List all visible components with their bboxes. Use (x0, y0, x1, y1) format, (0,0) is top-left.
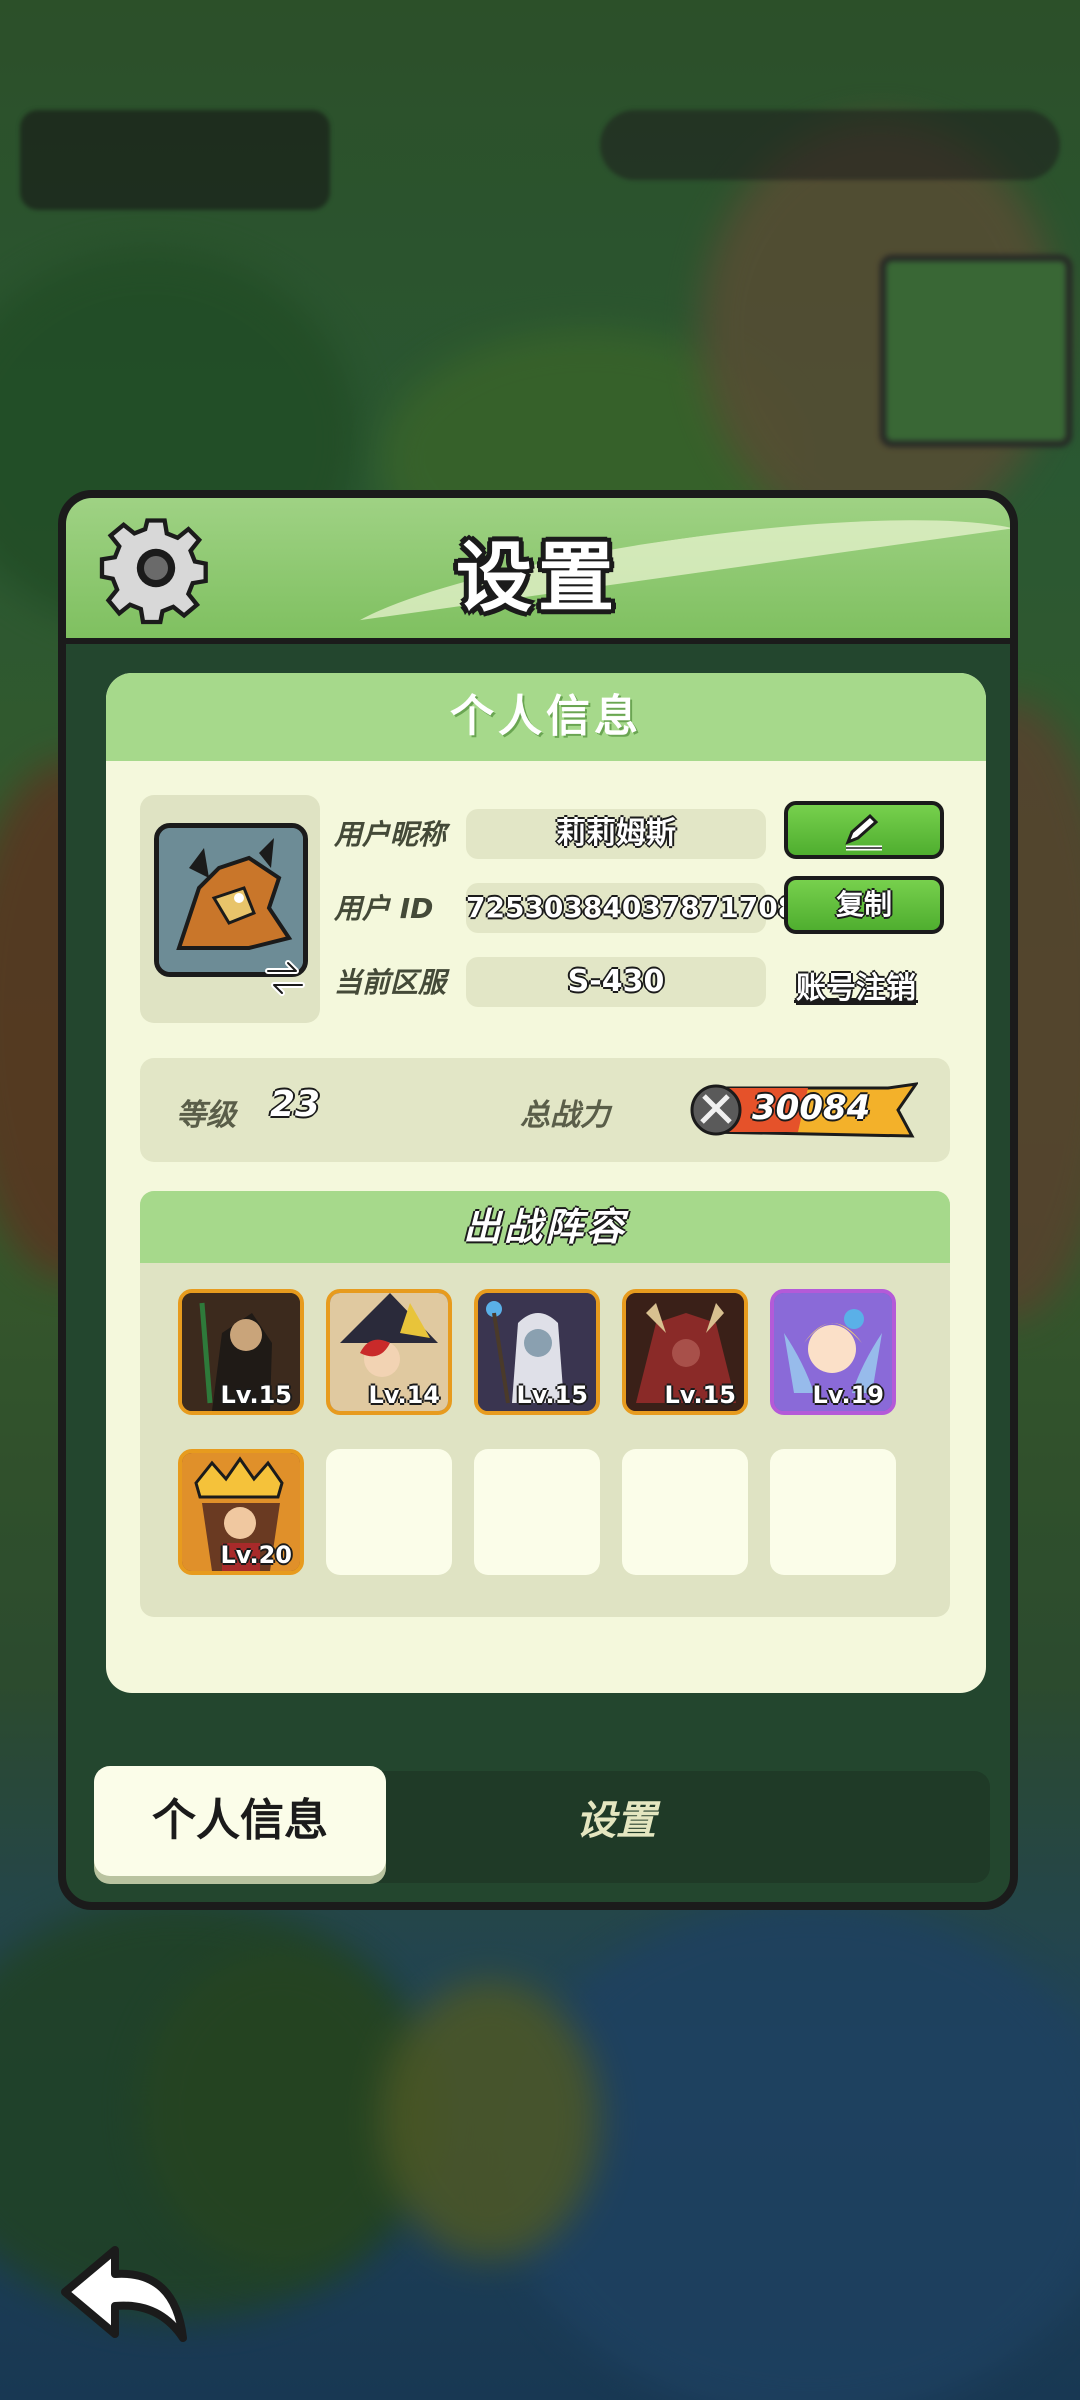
power-value: 30084 (752, 1088, 871, 1128)
nickname-label: 用户昵称 (334, 818, 447, 851)
avatar-box[interactable] (140, 795, 320, 1023)
edit-nickname-button[interactable] (784, 801, 944, 859)
personal-info-card: 个人信息 用户昵称 莉莉姆斯 用户 ID 72530384037871708 复… (106, 673, 986, 1693)
hero-slot[interactable]: Lv.15 (622, 1289, 748, 1415)
stats-bar: 等级 23 总战力 30084 (140, 1058, 950, 1162)
pencil-edit-icon (845, 813, 882, 851)
delete-account-link[interactable]: 账号注销 (796, 963, 916, 1007)
user-id-field: 72530384037871708 (466, 883, 797, 933)
nickname-field: 莉莉姆斯 (466, 809, 766, 859)
level-label: 等级 (176, 1098, 236, 1133)
tab-settings[interactable]: 设置 (466, 1766, 766, 1876)
hero-level: Lv.15 (516, 1381, 589, 1409)
hero-level: Lv.19 (812, 1381, 885, 1409)
server-label: 当前区服 (334, 966, 447, 999)
power-label: 总战力 (520, 1098, 610, 1133)
hero-slot[interactable]: Lv.14 (326, 1289, 452, 1415)
hero-level: Lv.15 (220, 1381, 293, 1409)
avatar-dragon-icon (159, 828, 303, 972)
lineup-title: 出战阵容 (140, 1191, 950, 1263)
hero-slot[interactable]: Lv.15 (178, 1289, 304, 1415)
hero-level: Lv.20 (220, 1541, 293, 1569)
empty-hero-slot[interactable] (770, 1449, 896, 1575)
copy-id-button[interactable]: 复制 (784, 876, 944, 934)
empty-hero-slot[interactable] (326, 1449, 452, 1575)
settings-panel: 设置 个人信息 用户昵称 莉莉姆斯 用户 ID 7253038403787170… (58, 490, 1018, 1910)
server-field: S-430 (466, 957, 766, 1007)
hero-level: Lv.15 (664, 1381, 737, 1409)
info-card-title: 个人信息 (106, 673, 986, 761)
empty-hero-slot[interactable] (622, 1449, 748, 1575)
tab-personal-info[interactable]: 个人信息 (94, 1766, 386, 1876)
empty-hero-slot[interactable] (474, 1449, 600, 1575)
hero-slot[interactable]: Lv.15 (474, 1289, 600, 1415)
user-id-label: 用户 ID (334, 892, 434, 925)
hero-level: Lv.14 (368, 1381, 441, 1409)
level-value: 23 (270, 1084, 321, 1125)
gear-icon (99, 518, 208, 625)
battle-lineup: 出战阵容 Lv.15 Lv.14 Lv.15 Lv.15 Lv.19 Lv.20 (140, 1191, 950, 1617)
hero-slot[interactable]: Lv.19 (770, 1289, 896, 1415)
avatar[interactable] (154, 823, 308, 977)
hero-slot[interactable]: Lv.20 (178, 1449, 304, 1575)
back-arrow-icon[interactable] (55, 2240, 195, 2350)
swap-icon[interactable] (262, 955, 308, 1001)
